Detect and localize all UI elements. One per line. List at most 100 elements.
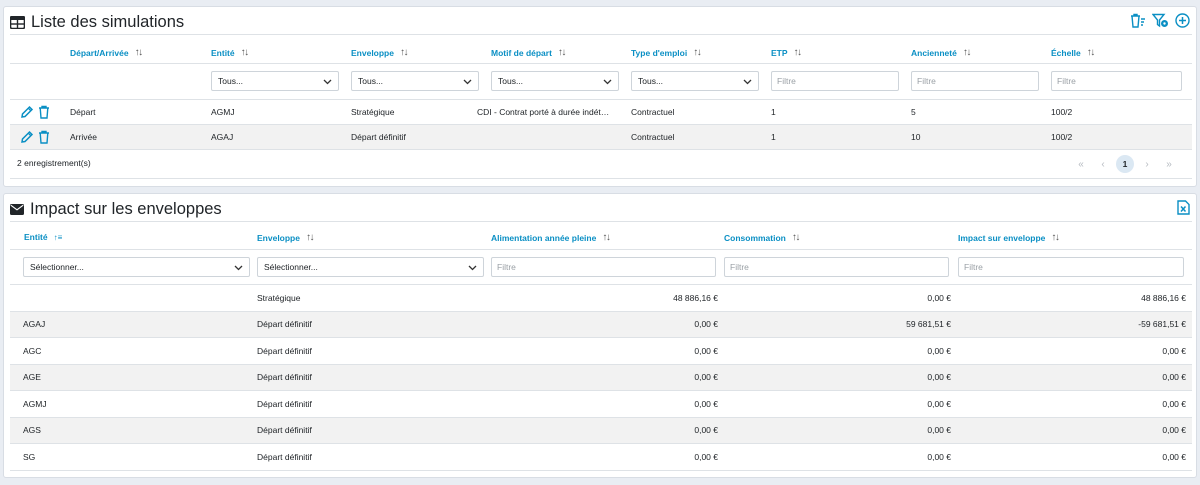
cell-consommation: 0,00 € <box>927 292 951 303</box>
cell-impact: 0,00 € <box>1162 372 1186 383</box>
col-header-anciennete[interactable]: Ancienneté ↑↓ <box>911 47 972 58</box>
table-row: AGAJ Départ définitif 0,00 € 59 681,51 € -59… <box>10 310 1192 337</box>
anciennete-filter[interactable] <box>911 71 1039 91</box>
sort-icon: ↑↓ <box>791 232 801 243</box>
sort-icon: ↑↓ <box>1051 232 1060 243</box>
edit-icon[interactable] <box>20 105 34 119</box>
cell-alimentation: 48 886,16 € <box>673 292 718 303</box>
cell-consommation: 0,00 € <box>927 451 951 462</box>
simulations-panel-title: Liste des simulations <box>10 12 184 32</box>
cell-consommation: 59 681,51 € <box>906 319 951 330</box>
col-header-type-emploi[interactable]: Type d'emploi ↑↓ <box>631 47 702 58</box>
col-header-consommation[interactable]: Consommation ↑↓ <box>724 232 801 243</box>
edit-icon[interactable] <box>20 130 34 144</box>
cell-entite: SG <box>23 451 36 462</box>
sort-icon: ↑↓ <box>557 47 567 58</box>
next-page-button[interactable]: › <box>1138 155 1156 173</box>
sort-icon: ↑↓ <box>693 47 702 58</box>
entite-select[interactable]: Tous... <box>211 71 339 91</box>
chevron-down-icon <box>234 263 243 274</box>
type-emploi-select[interactable]: Tous... <box>631 71 759 91</box>
col-header-motif[interactable]: Motif de départ ↑↓ <box>491 47 567 58</box>
enveloppe-select[interactable]: Tous... <box>351 71 479 91</box>
cell-entite: AGS <box>23 425 41 436</box>
chevron-down-icon <box>743 77 752 88</box>
consommation-filter[interactable] <box>724 257 949 277</box>
sort-icon: ↑↓ <box>240 47 250 58</box>
cell-consommation: 0,00 € <box>927 372 951 383</box>
enveloppe-select[interactable]: Sélectionner... <box>257 257 484 277</box>
cell-alimentation: 0,00 € <box>694 319 718 330</box>
col-header-enveloppe[interactable]: Enveloppe ↑↓ <box>351 47 408 58</box>
motif-select[interactable]: Tous... <box>491 71 619 91</box>
simulations-toolbar <box>1129 13 1190 28</box>
add-circle-icon[interactable] <box>1175 13 1190 28</box>
cell-enveloppe: Départ définitif <box>257 319 312 330</box>
cell-alimentation: 0,00 € <box>694 345 718 356</box>
impact-title-text: Impact sur les enveloppes <box>30 199 222 218</box>
filter-settings-icon[interactable] <box>1152 13 1169 28</box>
cell-alimentation: 0,00 € <box>694 425 718 436</box>
col-header-etp[interactable]: ETP ↑↓ <box>771 47 802 58</box>
table-row: AGMJ Départ définitif 0,00 € 0,00 € 0,00 € <box>10 390 1192 417</box>
row-actions <box>20 130 50 144</box>
sort-icon: ↑↓ <box>1086 47 1096 58</box>
table-row: Stratégique 48 886,16 € 0,00 € 48 886,16 € <box>10 284 1192 311</box>
cell-entite: AGC <box>23 345 42 356</box>
row-actions <box>20 105 50 119</box>
cell-impact: 0,00 € <box>1162 398 1186 409</box>
cell-entite: AGE <box>23 372 41 383</box>
entite-select[interactable]: Sélectionner... <box>23 257 250 277</box>
col-header-echelle[interactable]: Échelle ↑↓ <box>1051 47 1096 58</box>
chevron-down-icon <box>463 77 472 88</box>
record-count: 2 enregistrement(s) <box>17 158 91 168</box>
col-header-impact[interactable]: Impact sur enveloppe ↑↓ <box>958 232 1060 243</box>
col-header-entite[interactable]: Entité ↑↓ <box>211 47 250 58</box>
delete-icon[interactable] <box>38 105 50 119</box>
sort-icon: ↑↓ <box>602 232 611 243</box>
prev-page-button[interactable]: ‹ <box>1094 155 1112 173</box>
excel-export-icon[interactable] <box>1177 200 1190 215</box>
last-page-button[interactable]: » <box>1160 155 1178 173</box>
first-page-button[interactable]: « <box>1072 155 1090 173</box>
impact-panel-title: Impact sur les enveloppes <box>10 199 222 219</box>
sort-icon: ↑↓ <box>962 47 972 58</box>
impact-filter[interactable] <box>958 257 1184 277</box>
cell-impact: 0,00 € <box>1162 345 1186 356</box>
table-row: Arrivée AGAJ Départ définitif Contractue… <box>10 124 1192 149</box>
table-row: AGE Départ définitif 0,00 € 0,00 € 0,00 € <box>10 363 1192 390</box>
cell-consommation: 0,00 € <box>927 345 951 356</box>
cell-enveloppe: Départ définitif <box>257 398 312 409</box>
sort-icon: ↑↓ <box>305 232 315 243</box>
chevron-down-icon <box>468 263 477 274</box>
alimentation-filter[interactable] <box>491 257 716 277</box>
clear-filters-icon[interactable] <box>1129 13 1146 28</box>
col-header-entite[interactable]: Entité ↑≡ <box>24 232 62 242</box>
echelle-filter[interactable] <box>1051 71 1182 91</box>
chevron-down-icon <box>323 77 332 88</box>
col-header-depart-arrivee[interactable]: Départ/Arrivée ↑↓ <box>70 47 144 58</box>
simulations-title-text: Liste des simulations <box>31 12 185 31</box>
cell-entite: AGAJ <box>23 319 46 330</box>
cell-alimentation: 0,00 € <box>694 372 718 383</box>
impact-panel: Impact sur les enveloppes Entité ↑≡ Envel… <box>3 193 1197 478</box>
etp-filter[interactable] <box>771 71 899 91</box>
table-icon <box>10 15 25 29</box>
simulations-panel: Liste des simulations Départ/Arrivée ↑↓ E… <box>3 6 1197 187</box>
delete-icon[interactable] <box>38 130 50 144</box>
cell-enveloppe: Départ définitif <box>257 425 312 436</box>
sort-icon: ↑↓ <box>134 47 144 58</box>
pagination: « ‹ 1 › » <box>1072 155 1178 173</box>
table-row: SG Départ définitif 0,00 € 0,00 € 0,00 € <box>10 443 1192 470</box>
col-header-enveloppe[interactable]: Enveloppe ↑↓ <box>257 232 315 243</box>
cell-consommation: 0,00 € <box>927 425 951 436</box>
envelope-icon <box>10 203 24 215</box>
impact-toolbar <box>1177 200 1190 215</box>
cell-impact: 0,00 € <box>1162 451 1186 462</box>
chevron-down-icon <box>603 77 612 88</box>
table-row: Départ AGMJ Stratégique CDI - Contrat po… <box>10 99 1192 124</box>
cell-impact: -59 681,51 € <box>1138 319 1186 330</box>
page-1-button[interactable]: 1 <box>1116 155 1134 173</box>
cell-enveloppe: Départ définitif <box>257 345 312 356</box>
col-header-alimentation[interactable]: Alimentation année pleine ↑↓ <box>491 232 611 243</box>
